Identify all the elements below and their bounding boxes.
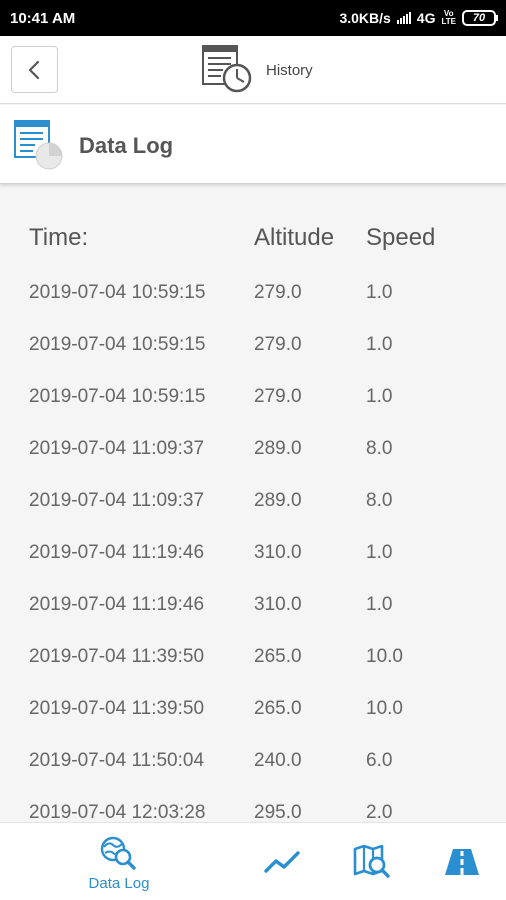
battery-icon: 70 (462, 10, 498, 26)
cell-altitude: 310.0 (254, 594, 302, 615)
cell-altitude: 289.0 (254, 490, 302, 511)
cell-speed: 2.0 (366, 802, 393, 822)
cell-time: 2019-07-04 12:03:28 (29, 802, 206, 822)
column-header-altitude: Altitude (254, 224, 335, 251)
status-time: 10:41 AM (10, 9, 76, 27)
status-indicators: 3.0KB/s 4G Vo LTE 70 (339, 10, 498, 26)
cell-time: 2019-07-04 10:59:15 (29, 386, 206, 407)
cell-altitude: 240.0 (254, 750, 302, 771)
network-type: 4G (416, 10, 436, 26)
table-row[interactable]: 2019-07-04 11:09:37 289.0 8.0 (0, 490, 506, 542)
cell-time: 2019-07-04 11:09:37 (29, 490, 205, 511)
nav-road[interactable] (440, 823, 484, 900)
cell-time: 2019-07-04 11:39:50 (29, 698, 205, 719)
table-row[interactable]: 2019-07-04 10:59:15 279.0 1.0 (0, 334, 506, 386)
cell-speed: 8.0 (366, 490, 393, 511)
cell-altitude: 289.0 (254, 438, 302, 459)
volte-icon: Vo LTE (441, 10, 456, 26)
section-header: Data Log (0, 105, 506, 184)
cell-speed: 6.0 (366, 750, 393, 771)
cell-altitude: 279.0 (254, 334, 302, 355)
cell-time: 2019-07-04 11:39:50 (29, 646, 205, 667)
nav-trend[interactable] (260, 823, 304, 900)
battery-level: 70 (472, 12, 486, 24)
table-row[interactable]: 2019-07-04 11:19:46 310.0 1.0 (0, 542, 506, 594)
table-body: 2019-07-04 10:59:15 279.0 1.0 2019-07-04… (0, 282, 506, 822)
back-button[interactable] (11, 46, 58, 93)
cell-speed: 8.0 (366, 438, 393, 459)
table-row[interactable]: 2019-07-04 11:19:46 310.0 1.0 (0, 594, 506, 646)
cell-speed: 10.0 (366, 698, 403, 719)
table-row[interactable]: 2019-07-04 11:50:04 240.0 6.0 (0, 750, 506, 802)
cell-speed: 1.0 (366, 282, 393, 303)
volte-bottom: LTE (441, 17, 456, 26)
section-title: Data Log (79, 133, 174, 158)
cell-speed: 1.0 (366, 594, 393, 615)
table-row[interactable]: 2019-07-04 11:09:37 289.0 8.0 (0, 438, 506, 490)
chevron-left-icon (28, 60, 39, 79)
cell-time: 2019-07-04 11:09:37 (29, 438, 205, 459)
nav-data-log[interactable]: Data Log (78, 823, 160, 900)
data-log-search-icon (100, 836, 136, 870)
cell-altitude: 310.0 (254, 542, 302, 563)
nav-label-data-log: Data Log (88, 875, 150, 892)
cell-altitude: 279.0 (254, 386, 302, 407)
network-speed: 3.0KB/s (339, 10, 391, 26)
map-search-icon (353, 845, 390, 878)
cell-time: 2019-07-04 11:50:04 (29, 750, 205, 771)
cell-time: 2019-07-04 10:59:15 (29, 282, 206, 303)
cell-speed: 10.0 (366, 646, 403, 667)
cell-altitude: 265.0 (254, 698, 302, 719)
cell-speed: 1.0 (366, 386, 393, 407)
status-bar: 10:41 AM 3.0KB/s 4G Vo LTE 70 (0, 0, 506, 36)
data-log-icon (14, 120, 63, 170)
column-header-time: Time: (29, 224, 89, 251)
signal-icon (396, 12, 411, 24)
table-row[interactable]: 2019-07-04 10:59:15 279.0 1.0 (0, 386, 506, 438)
table-row[interactable]: 2019-07-04 11:39:50 265.0 10.0 (0, 698, 506, 750)
app-header: History (0, 36, 506, 104)
column-header-speed: Speed (366, 224, 436, 251)
road-icon (445, 849, 479, 875)
data-log-table[interactable]: Time: Altitude Speed 2019-07-04 10:59:15… (0, 186, 506, 822)
nav-map[interactable] (350, 823, 394, 900)
cell-speed: 1.0 (366, 542, 393, 563)
trend-chart-icon (264, 851, 300, 873)
bottom-nav: Data Log (0, 822, 506, 900)
table-row[interactable]: 2019-07-04 12:03:28 295.0 2.0 (0, 802, 506, 822)
table-header: Time: Altitude Speed (0, 224, 506, 254)
cell-altitude: 295.0 (254, 802, 302, 822)
cell-time: 2019-07-04 11:19:46 (29, 542, 205, 563)
cell-altitude: 279.0 (254, 282, 302, 303)
cell-time: 2019-07-04 11:19:46 (29, 594, 205, 615)
table-row[interactable]: 2019-07-04 11:39:50 265.0 10.0 (0, 646, 506, 698)
page-title: History (266, 62, 313, 79)
cell-time: 2019-07-04 10:59:15 (29, 334, 206, 355)
table-row[interactable]: 2019-07-04 10:59:15 279.0 1.0 (0, 282, 506, 334)
cell-speed: 1.0 (366, 334, 393, 355)
cell-altitude: 265.0 (254, 646, 302, 667)
history-icon (202, 45, 252, 93)
